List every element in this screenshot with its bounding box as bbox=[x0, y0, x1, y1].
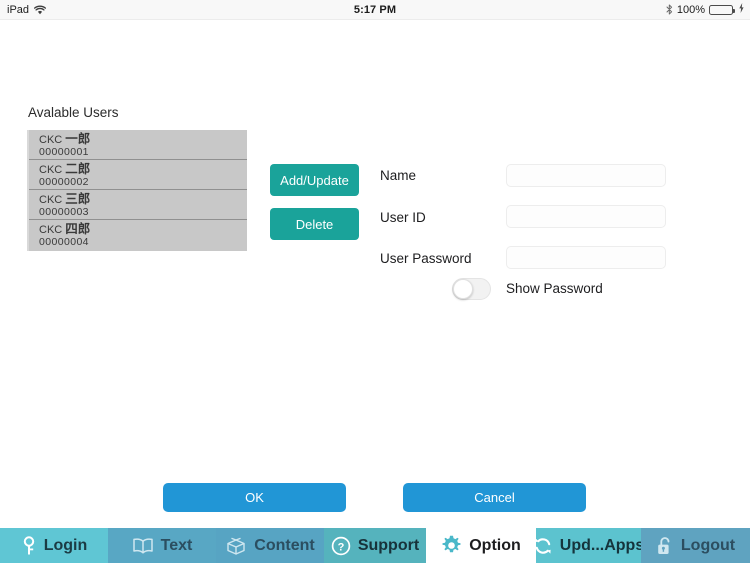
list-item[interactable]: CKC 一郎 00000001 bbox=[29, 130, 247, 160]
user-id: 00000002 bbox=[39, 176, 89, 188]
list-item[interactable]: CKC 四郎 00000004 bbox=[29, 220, 247, 250]
status-bar: iPad 5:17 PM 100% bbox=[0, 0, 750, 20]
user-name: CKC 三郎 bbox=[39, 192, 91, 206]
bluetooth-icon bbox=[666, 4, 673, 15]
unlock-icon bbox=[656, 536, 674, 556]
tab-bar: Login Text Content ? Support Option Upd.… bbox=[0, 528, 750, 563]
help-icon: ? bbox=[331, 536, 351, 556]
tab-content[interactable]: Content bbox=[216, 528, 324, 563]
available-users-label: Avalable Users bbox=[28, 105, 119, 120]
tab-update-apps[interactable]: Upd...Apps bbox=[536, 528, 641, 563]
lightning-bolt-icon bbox=[739, 3, 744, 16]
tab-content-label: Content bbox=[254, 536, 315, 554]
tab-text-label: Text bbox=[160, 536, 193, 554]
user-name: CKC 一郎 bbox=[39, 132, 91, 146]
name-label: Name bbox=[380, 168, 417, 183]
add-update-button[interactable]: Add/Update bbox=[270, 164, 359, 196]
box-icon bbox=[225, 536, 247, 556]
gear-icon bbox=[441, 535, 462, 556]
svg-text:?: ? bbox=[337, 541, 344, 553]
book-icon bbox=[132, 537, 154, 554]
user-id-label: User ID bbox=[380, 210, 426, 225]
battery-icon bbox=[709, 4, 735, 15]
tab-logout[interactable]: Logout bbox=[641, 528, 750, 563]
toggle-knob bbox=[453, 279, 473, 299]
tab-text[interactable]: Text bbox=[108, 528, 216, 563]
user-id-field[interactable] bbox=[506, 205, 666, 228]
user-id: 00000001 bbox=[39, 146, 89, 158]
battery-percent-label: 100% bbox=[676, 3, 705, 16]
main-content: Avalable Users CKC 一郎 00000001 CKC 二郎 0000… bbox=[0, 20, 750, 528]
cancel-button[interactable]: Cancel bbox=[403, 483, 586, 512]
status-bar-clock: 5:17 PM bbox=[353, 3, 397, 16]
status-bar-right: 100% bbox=[666, 3, 744, 16]
tab-login[interactable]: Login bbox=[0, 528, 108, 563]
show-password-label: Show Password bbox=[506, 281, 603, 296]
available-users-list[interactable]: CKC 一郎 00000001 CKC 二郎 00000002 CKC 三郎 0000… bbox=[27, 130, 247, 251]
tab-option-label: Option bbox=[469, 536, 521, 554]
tab-update-apps-label: Upd...Apps bbox=[559, 536, 641, 554]
name-field[interactable] bbox=[506, 164, 666, 187]
app-root: iPad 5:17 PM 100% Avalable Users CKC 一郎 … bbox=[0, 0, 750, 563]
refresh-icon bbox=[536, 536, 553, 556]
tab-support-label: Support bbox=[357, 536, 420, 554]
list-item[interactable]: CKC 二郎 00000002 bbox=[29, 160, 247, 190]
show-password-toggle[interactable] bbox=[452, 278, 491, 300]
tab-login-label: Login bbox=[43, 536, 88, 554]
tab-support[interactable]: ? Support bbox=[324, 528, 426, 563]
ok-button[interactable]: OK bbox=[163, 483, 346, 512]
user-name: CKC 二郎 bbox=[39, 162, 91, 176]
user-password-field[interactable] bbox=[506, 246, 666, 269]
user-name: CKC 四郎 bbox=[39, 222, 91, 236]
delete-button[interactable]: Delete bbox=[270, 208, 359, 240]
user-id: 00000004 bbox=[39, 236, 89, 248]
tab-logout-label: Logout bbox=[680, 536, 736, 554]
user-id: 00000003 bbox=[39, 206, 89, 218]
list-item[interactable]: CKC 三郎 00000003 bbox=[29, 190, 247, 220]
user-password-label: User Password bbox=[380, 251, 472, 266]
key-icon bbox=[21, 535, 37, 556]
tab-option[interactable]: Option bbox=[426, 528, 536, 563]
